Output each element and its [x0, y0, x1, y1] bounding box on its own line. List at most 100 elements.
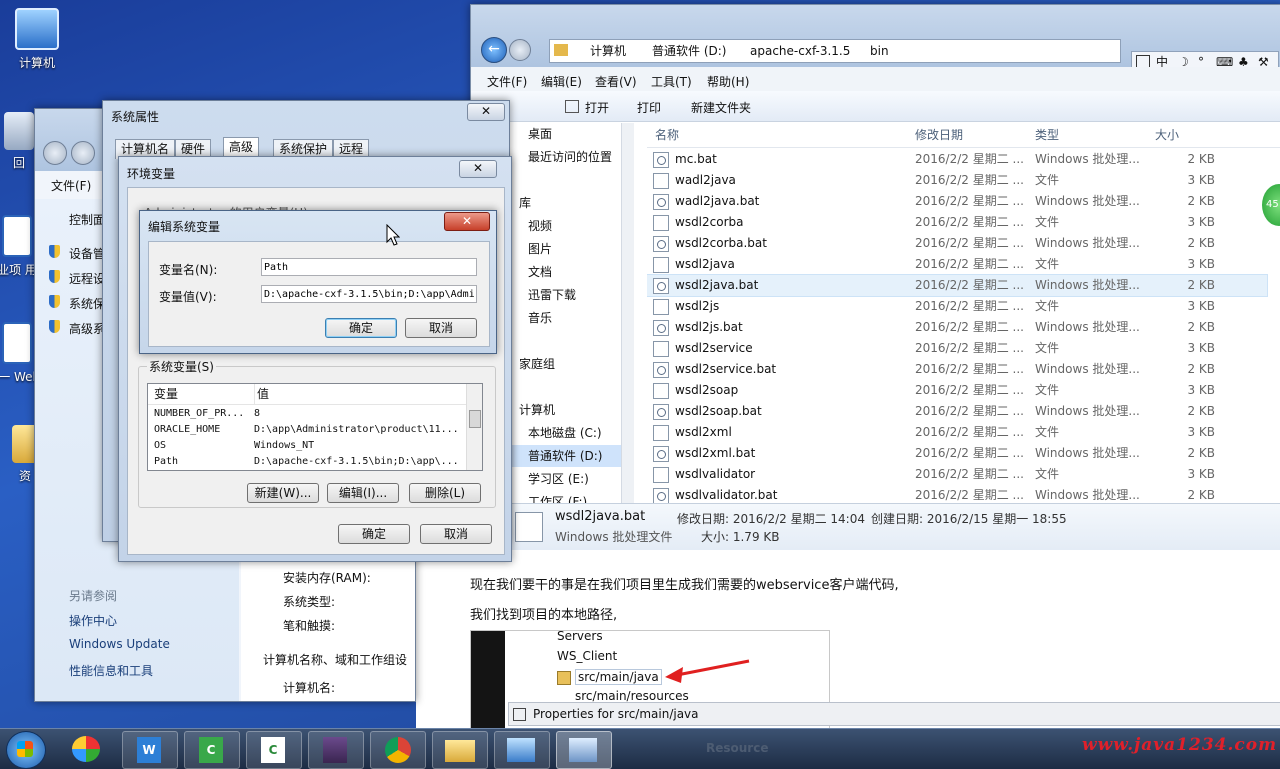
table-row[interactable]: NUMBER_OF_PR... 8	[148, 406, 466, 422]
edit-cancel-button[interactable]: 取消	[405, 318, 477, 338]
nav-documents[interactable]: 文档	[511, 261, 552, 283]
file-row[interactable]: wsdl2corba.bat 2016/2/2 星期二 ... Windows 批处…	[647, 233, 1267, 254]
nav-videos[interactable]: 视频	[511, 215, 552, 237]
nav-drive-f[interactable]: 工作区 (F:)	[511, 491, 587, 503]
column-name[interactable]: 名称	[655, 123, 679, 147]
env-cancel-button[interactable]: 取消	[420, 524, 492, 544]
taskbar-app-chrome[interactable]	[370, 731, 426, 769]
back-button[interactable]: ←	[481, 37, 507, 63]
env-ok-button[interactable]: 确定	[338, 524, 410, 544]
toolbar-print[interactable]: 打印	[637, 99, 661, 116]
new-variable-button[interactable]: 新建(W)...	[247, 483, 319, 503]
see-also-windows-update[interactable]: Windows Update	[69, 637, 170, 651]
file-row[interactable]: wsdl2soap.bat 2016/2/2 星期二 ... Windows 批处理…	[647, 401, 1267, 422]
nav-libraries[interactable]: 库	[511, 192, 531, 214]
taskbar-app-explorer[interactable]	[432, 731, 488, 769]
edit-ok-button[interactable]: 确定	[325, 318, 397, 338]
cp-sidebar-advanced[interactable]: 高级系	[69, 320, 105, 337]
nav-drive-d[interactable]: 普通软件 (D:)	[511, 445, 623, 467]
breadcrumb-item[interactable]: apache-cxf-3.1.5	[750, 40, 850, 62]
menu-help[interactable]: 帮助(H)	[707, 73, 749, 90]
scrollbar-thumb[interactable]	[469, 410, 481, 428]
shield-icon	[49, 320, 60, 333]
nav-thunder[interactable]: 迅雷下载	[511, 284, 576, 306]
desktop-icon-computer[interactable]: 计算机	[2, 8, 72, 71]
breadcrumb-item[interactable]: 计算机	[590, 40, 626, 62]
file-row[interactable]: wsdlvalidator 2016/2/2 星期二 ... 文件 3 KB	[647, 464, 1267, 485]
sys-props-close-button[interactable]: ✕	[467, 103, 505, 121]
taskbar-app-control-panel[interactable]	[494, 731, 550, 769]
cp-sidebar-protection[interactable]: 系统保	[69, 295, 105, 312]
see-also-performance[interactable]: 性能信息和工具	[69, 662, 153, 679]
file-row[interactable]: wsdl2corba 2016/2/2 星期二 ... 文件 3 KB	[647, 212, 1267, 233]
file-row[interactable]: wsdl2soap 2016/2/2 星期二 ... 文件 3 KB	[647, 380, 1267, 401]
edit-close-button[interactable]: ✕	[444, 212, 490, 231]
forward-button[interactable]	[509, 39, 531, 61]
taskbar-app-camtasia1[interactable]: C	[184, 731, 240, 769]
nav-computer[interactable]: 计算机	[511, 399, 555, 421]
file-row[interactable]: wsdl2java.bat 2016/2/2 星期二 ... Windows 批处理…	[647, 274, 1268, 297]
nav-drive-c[interactable]: 本地磁盘 (C:)	[511, 422, 602, 444]
variable-name-input[interactable]	[261, 258, 477, 276]
tree-item-servers: Servers	[557, 629, 603, 643]
nav-music[interactable]: 音乐	[511, 307, 552, 329]
table-scrollbar[interactable]	[466, 384, 482, 470]
taskbar-app-colorful[interactable]	[60, 731, 114, 767]
file-row[interactable]: wsdl2java 2016/2/2 星期二 ... 文件 3 KB	[647, 254, 1267, 275]
file-row[interactable]: wsdl2js.bat 2016/2/2 星期二 ... Windows 批处理..…	[647, 317, 1267, 338]
explorer-window: ← 计算机 普通软件 (D:) apache-cxf-3.1.5 bin 中 ☽…	[470, 4, 1280, 558]
cp-menu-file[interactable]: 文件(F)	[51, 177, 91, 194]
file-row[interactable]: wsdlvalidator.bat 2016/2/2 星期二 ... Windows…	[647, 485, 1267, 503]
file-row[interactable]: wsdl2service 2016/2/2 星期二 ... 文件 3 KB	[647, 338, 1267, 359]
see-also-action-center[interactable]: 操作中心	[69, 612, 117, 629]
breadcrumb-item[interactable]: bin	[870, 40, 889, 62]
menu-file[interactable]: 文件(F)	[487, 73, 527, 90]
column-date[interactable]: 修改日期	[915, 123, 963, 147]
table-row[interactable]: Path D:\apache-cxf-3.1.5\bin;D:\app\...	[148, 454, 466, 470]
explorer-menu-bar: 文件(F) 编辑(E) 查看(V) 工具(T) 帮助(H)	[471, 67, 1280, 92]
file-icon	[653, 215, 669, 231]
nav-homegroup[interactable]: 家庭组	[511, 353, 555, 375]
breadcrumb-item[interactable]: 普通软件 (D:)	[652, 40, 726, 62]
file-row[interactable]: wadl2java.bat 2016/2/2 星期二 ... Windows 批处理…	[647, 191, 1267, 212]
nav-drive-e[interactable]: 学习区 (E:)	[511, 468, 589, 490]
header-value[interactable]: 值	[254, 384, 269, 404]
cp-sidebar-home[interactable]: 控制面	[69, 211, 105, 228]
env-close-button[interactable]: ✕	[459, 160, 497, 178]
system-vars-table[interactable]: 变量 值 NUMBER_OF_PR... 8 ORACLE_HOME D:\app\A…	[147, 383, 483, 471]
file-row[interactable]: wsdl2xml.bat 2016/2/2 星期二 ... Windows 批处理.…	[647, 443, 1267, 464]
taskbar-app-camtasia2[interactable]: C	[246, 731, 302, 769]
toolbar-new-folder[interactable]: 新建文件夹	[691, 99, 751, 116]
table-row[interactable]: OS Windows_NT	[148, 438, 466, 454]
file-row[interactable]: wsdl2js 2016/2/2 星期二 ... 文件 3 KB	[647, 296, 1267, 317]
column-size[interactable]: 大小	[1155, 123, 1179, 147]
column-type[interactable]: 类型	[1035, 123, 1059, 147]
file-row[interactable]: wadl2java 2016/2/2 星期二 ... 文件 3 KB	[647, 170, 1267, 191]
nav-recent[interactable]: 最近访问的位置	[511, 146, 612, 168]
edit-variable-button[interactable]: 编辑(I)...	[327, 483, 399, 503]
cp-forward-button[interactable]	[71, 141, 95, 165]
toolbar-open[interactable]: 打开	[585, 99, 609, 116]
taskbar-app-system[interactable]	[556, 731, 612, 769]
menu-edit[interactable]: 编辑(E)	[541, 73, 582, 90]
file-row[interactable]: wsdl2xml 2016/2/2 星期二 ... 文件 3 KB	[647, 422, 1267, 443]
nav-pictures[interactable]: 图片	[511, 238, 552, 260]
table-row[interactable]: ORACLE_HOME D:\app\Administrator\product\…	[148, 422, 466, 438]
taskbar-app-javaee-ide[interactable]	[308, 731, 364, 769]
cp-sidebar-remote[interactable]: 远程设	[69, 270, 105, 287]
navigation-pane[interactable]: 桌面 最近访问的位置 库 视频 图片 文档 迅雷下载 音乐 家庭组 计算机 本地…	[511, 123, 633, 503]
taskbar-app-wps[interactable]: W	[122, 731, 178, 769]
delete-variable-button[interactable]: 删除(L)	[409, 483, 481, 503]
nav-scrollbar[interactable]	[621, 123, 634, 503]
nav-desktop[interactable]: 桌面	[511, 123, 552, 145]
breadcrumb[interactable]: 计算机 普通软件 (D:) apache-cxf-3.1.5 bin	[549, 39, 1121, 63]
file-row[interactable]: mc.bat 2016/2/2 星期二 ... Windows 批处理... 2 KB	[647, 149, 1267, 170]
menu-view[interactable]: 查看(V)	[595, 73, 637, 90]
variable-value-input[interactable]	[261, 285, 477, 303]
header-variable[interactable]: 变量	[154, 384, 178, 404]
menu-tools[interactable]: 工具(T)	[651, 73, 692, 90]
start-button[interactable]	[6, 731, 46, 769]
cp-back-button[interactable]	[43, 141, 67, 165]
cp-sidebar-device-manager[interactable]: 设备管	[69, 245, 105, 262]
file-row[interactable]: wsdl2service.bat 2016/2/2 星期二 ... Windows …	[647, 359, 1267, 380]
